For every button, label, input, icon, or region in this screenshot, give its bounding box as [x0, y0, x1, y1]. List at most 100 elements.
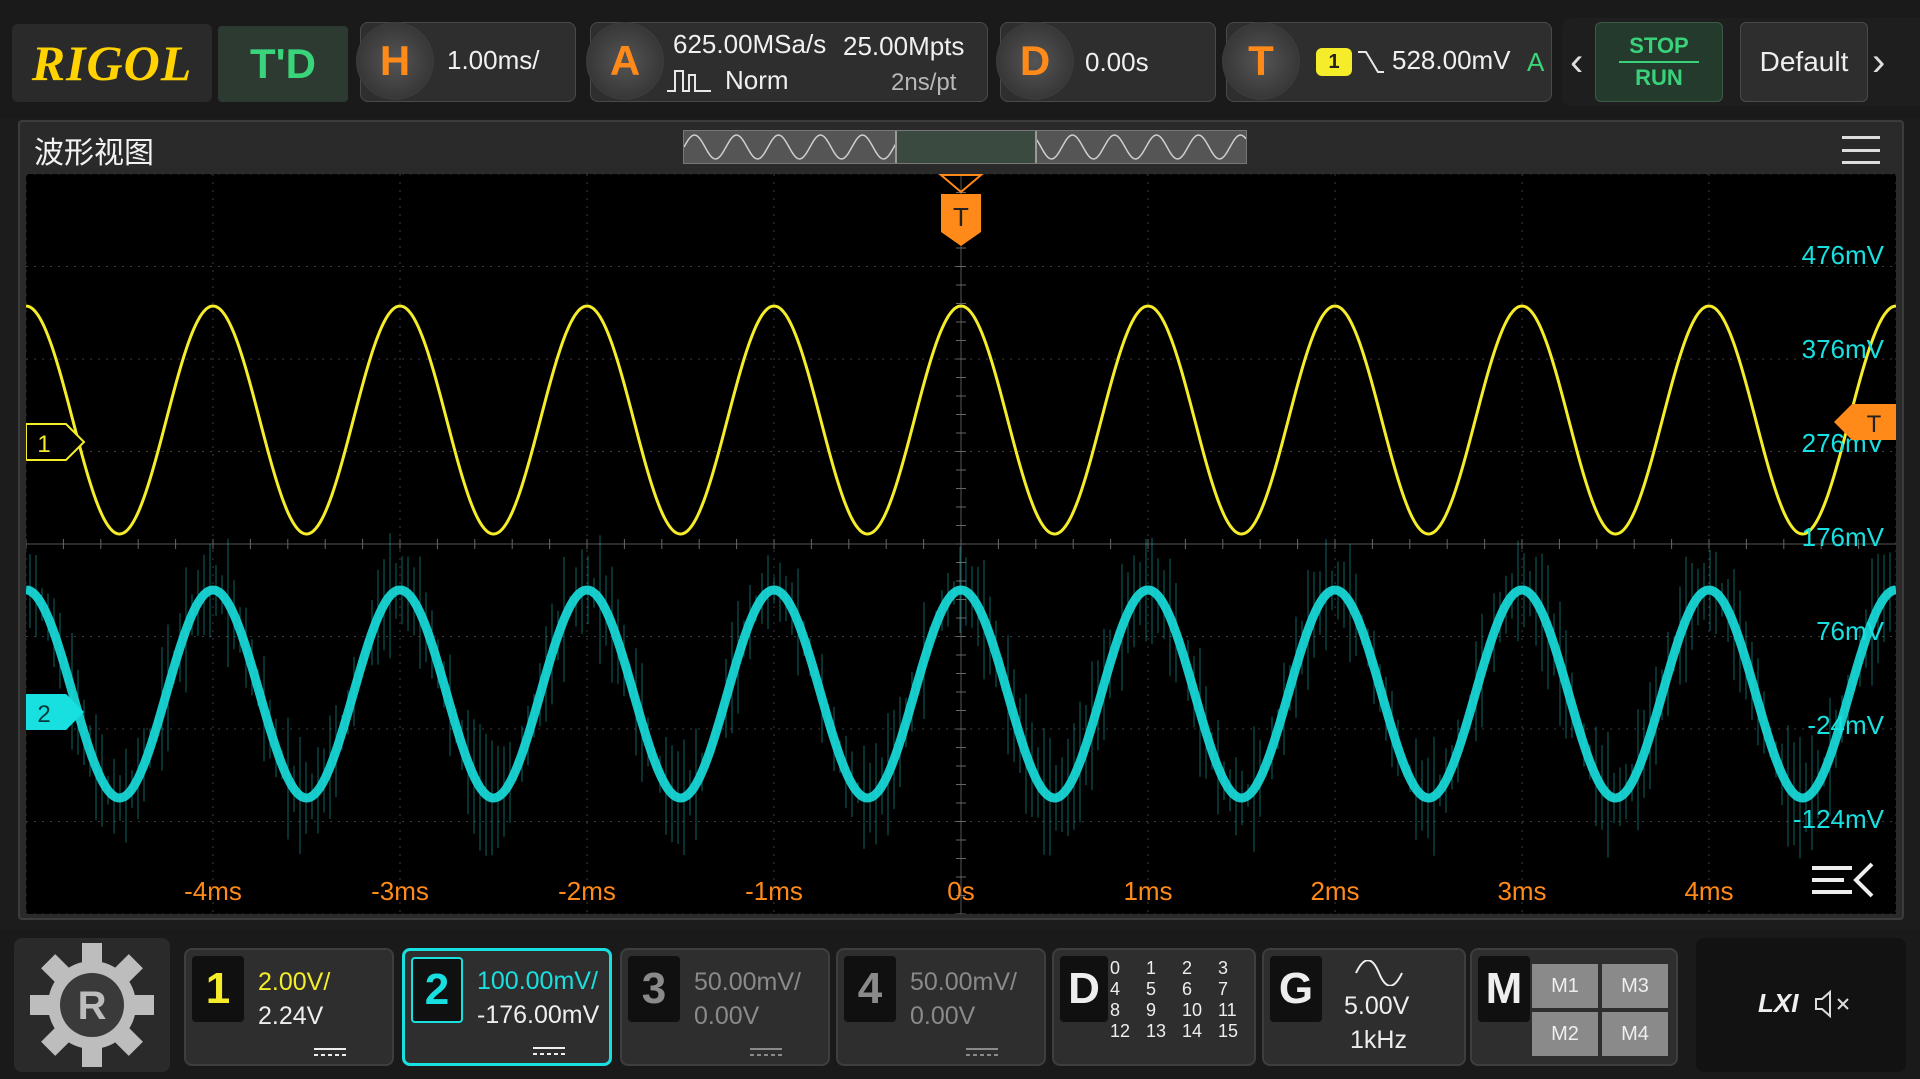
voltage-label: 176mV: [1802, 522, 1885, 552]
default-label: Default: [1759, 46, 1849, 77]
mode-button[interactable]: T'D: [218, 26, 348, 102]
channel-1-scale: 2.00V/: [258, 968, 331, 996]
dc-coupling-icon: [750, 1044, 782, 1056]
time-label: 2ms: [1310, 876, 1359, 906]
waveform-screen[interactable]: 476mV 376mV 276mV 176mV 76mV -24mV -124mV -4ms -…: [26, 174, 1896, 914]
dc-coupling-icon: [533, 1043, 565, 1055]
window-title: 波形视图: [34, 137, 154, 170]
math-panel[interactable]: M M1 M3 M2 M4: [1470, 948, 1678, 1066]
math-m2-button[interactable]: M2: [1532, 1012, 1598, 1056]
digital-channel-10: 10: [1182, 1000, 1203, 1020]
digital-channel-1: 1: [1146, 958, 1157, 978]
time-per-point: 2ns/pt: [891, 69, 957, 96]
app-launcher-button[interactable]: R: [14, 938, 170, 1072]
rising-edge-icon: [1358, 51, 1384, 73]
channel-1-panel[interactable]: 1 2.00V/ 2.24V: [184, 948, 394, 1066]
digital-channel-2: 2: [1182, 958, 1193, 978]
scope-graticule: 476mV376mV276mV176mV76mV-24mV-124mV-4ms -…: [26, 174, 1896, 914]
gear-icon: R: [30, 943, 154, 1067]
trigger-position-label: T: [953, 202, 969, 232]
horizontal-scale: 1.00ms/: [447, 45, 540, 75]
digital-key-label: D: [1060, 956, 1108, 1022]
channel-2-offset: -176.00mV: [477, 1001, 600, 1029]
channel-2-panel[interactable]: 2 100.00mV/ -176.00mV: [402, 948, 612, 1066]
trigger-level: 528.00mV: [1392, 45, 1511, 75]
trigger-source-label: 1: [1328, 50, 1340, 73]
time-label: -1ms: [745, 876, 803, 906]
chevron-right-icon[interactable]: ›: [1872, 40, 1885, 85]
default-button[interactable]: Default: [1740, 22, 1868, 102]
speaker-muted-icon[interactable]: [1812, 988, 1856, 1020]
acquire-key-button[interactable]: A: [586, 22, 664, 100]
channel-3-number: 3: [628, 956, 680, 1022]
math-m3-button[interactable]: M3: [1602, 964, 1668, 1008]
digital-channels-panel[interactable]: D 0 1 2 3 4 5 6 7 8 9 10 11 12 13 14 15: [1052, 948, 1256, 1066]
delay-value: 0.00s: [1085, 47, 1149, 77]
dc-coupling-icon: [966, 1044, 998, 1056]
channel-3-offset: 0.00V: [694, 1002, 760, 1030]
channel-1-number: 1: [192, 956, 244, 1022]
digital-channel-9: 9: [1146, 1000, 1157, 1020]
channel-2-number: 2: [411, 957, 463, 1023]
time-label: -3ms: [371, 876, 429, 906]
time-label: 4ms: [1684, 876, 1733, 906]
time-label: 1ms: [1123, 876, 1172, 906]
trigger-sweep: A: [1527, 47, 1545, 77]
digital-channel-0: 0: [1110, 958, 1121, 978]
digital-channel-13: 13: [1146, 1021, 1167, 1041]
stop-label: STOP: [1629, 33, 1689, 58]
generator-key-label: G: [1270, 956, 1322, 1022]
voltage-label: 376mV: [1802, 334, 1885, 364]
channel-4-scale: 50.00mV/: [910, 968, 1018, 996]
mode-label: T'D: [250, 40, 316, 87]
channel-3-panel[interactable]: 3 50.00mV/ 0.00V: [620, 948, 830, 1066]
dc-coupling-icon: [314, 1044, 346, 1056]
side-menu-chevron-icon: [1853, 862, 1874, 898]
channel-3-scale: 50.00mV/: [694, 968, 802, 996]
acquire-mode: Norm: [725, 65, 789, 95]
rigol-logo: RIGOL: [31, 35, 193, 91]
channel-4-panel[interactable]: 4 50.00mV/ 0.00V: [836, 948, 1046, 1066]
acquire-normal-icon: [667, 70, 711, 92]
horizontal-key-label: H: [379, 37, 411, 84]
sine-wave-icon: [1355, 960, 1403, 986]
digital-channel-14: 14: [1182, 1021, 1203, 1041]
trigger-key-button[interactable]: T: [1222, 22, 1300, 100]
channel-1-marker-label: 1: [37, 431, 50, 458]
hamburger-menu-icon[interactable]: [1842, 136, 1880, 164]
waveform-overview[interactable]: [683, 130, 1247, 164]
horizontal-key-button[interactable]: H: [356, 22, 434, 100]
digital-channel-5: 5: [1146, 979, 1157, 999]
math-m4-button[interactable]: M4: [1602, 1012, 1668, 1056]
generator-frequency: 1kHz: [1350, 1026, 1407, 1054]
digital-channel-7: 7: [1218, 979, 1229, 999]
time-label: -4ms: [184, 876, 242, 906]
run-stop-button[interactable]: STOP RUN: [1595, 22, 1723, 102]
math-key-label: M: [1478, 956, 1530, 1022]
bottom-toolbar: R 1 2.00V/ 2.24V 2 100.00mV/ -176.00mV 3…: [0, 930, 1920, 1079]
digital-channel-6: 6: [1182, 979, 1193, 999]
channel-2-scale: 100.00mV/: [477, 967, 598, 995]
channel-4-number: 4: [844, 956, 896, 1022]
memory-depth: 25.00Mpts: [843, 31, 965, 61]
status-panel: LXI: [1696, 938, 1906, 1072]
digital-channel-12: 12: [1110, 1021, 1131, 1041]
delay-key-button[interactable]: D: [996, 22, 1074, 100]
digital-channel-15: 15: [1218, 1021, 1239, 1041]
overview-viewport[interactable]: [895, 131, 1037, 163]
channel-4-offset: 0.00V: [910, 1002, 976, 1030]
generator-amplitude: 5.00V: [1344, 992, 1410, 1020]
waveform-view-window: 波形视图 476mV 376mV 276mV 176mV 76mV -24mV -124mV…: [18, 120, 1904, 920]
digital-channel-grid: 0 1 2 3 4 5 6 7 8 9 10 11 12 13 14 15: [1110, 958, 1254, 1042]
channel-2-marker-label: 2: [37, 701, 50, 728]
generator-panel[interactable]: G 5.00V 1kHz: [1262, 948, 1466, 1066]
math-m1-button[interactable]: M1: [1532, 964, 1598, 1008]
logo-panel: RIGOL: [12, 24, 212, 102]
trigger-source-badge: 1: [1316, 48, 1352, 76]
digital-channel-4: 4: [1110, 979, 1121, 999]
voltage-label: 476mV: [1802, 240, 1885, 270]
chevron-left-icon[interactable]: ‹: [1570, 40, 1583, 85]
lxi-label: LXI: [1758, 988, 1799, 1018]
voltage-label: -24mV: [1807, 710, 1884, 740]
delay-key-label: D: [1019, 37, 1051, 84]
